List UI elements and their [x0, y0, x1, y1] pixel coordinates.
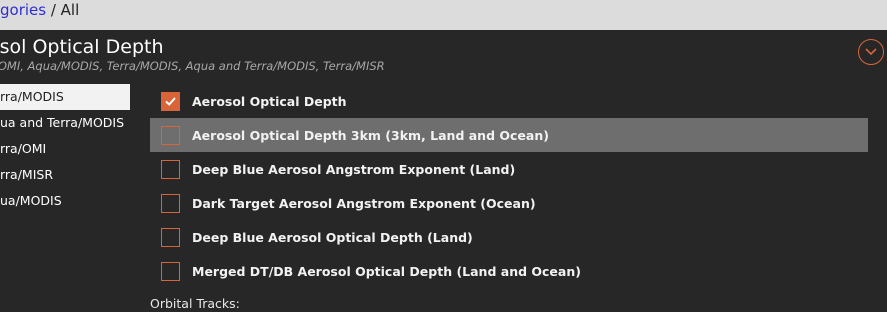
checkmark-icon	[165, 96, 176, 106]
layer-item[interactable]: Deep Blue Aerosol Optical Depth (Land)	[150, 220, 868, 254]
sidebar-item-aqua-modis[interactable]: ua/MODIS	[0, 188, 130, 214]
layer-item[interactable]: Merged DT/DB Aerosol Optical Depth (Land…	[150, 254, 868, 288]
measurement-header: osol Optical Depth /OMI, Aqua/MODIS, Ter…	[0, 30, 887, 76]
sidebar-item-label: rra/MISR	[0, 167, 54, 182]
sidebar-item-label: ua/MODIS	[0, 193, 62, 208]
layer-checkbox[interactable]	[161, 227, 180, 247]
breadcrumb: gories / All	[0, 0, 887, 30]
breadcrumb-current: All	[60, 1, 80, 19]
layer-list: Aerosol Optical Depth Aerosol Optical De…	[150, 84, 868, 288]
sidebar-item-label: rra/MODIS	[0, 89, 64, 104]
layer-checkbox[interactable]	[161, 159, 180, 179]
layer-checkbox[interactable]	[161, 125, 180, 145]
layer-label: Aerosol Optical Depth	[192, 93, 347, 109]
sidebar-item-aqua-terra-modis[interactable]: ua and Terra/MODIS	[0, 110, 130, 136]
chevron-down-icon	[865, 48, 877, 56]
layer-checkbox[interactable]	[161, 261, 180, 281]
layer-checkbox[interactable]	[161, 193, 180, 213]
layer-label: Deep Blue Aerosol Optical Depth (Land)	[192, 229, 473, 245]
sidebar-item-terra-modis[interactable]: rra/MODIS	[0, 84, 130, 110]
breadcrumb-categories-link[interactable]: gories	[0, 1, 46, 19]
layer-item[interactable]: Dark Target Aerosol Angstrom Exponent (O…	[150, 186, 868, 220]
layer-item[interactable]: Deep Blue Aerosol Angstrom Exponent (Lan…	[150, 152, 868, 186]
page-title: osol Optical Depth	[0, 36, 164, 58]
layer-label: Merged DT/DB Aerosol Optical Depth (Land…	[192, 263, 581, 279]
sidebar-item-label: ua and Terra/MODIS	[0, 115, 125, 130]
layer-item[interactable]: Aerosol Optical Depth	[150, 84, 868, 118]
breadcrumb-separator: /	[46, 1, 61, 19]
layer-item[interactable]: Aerosol Optical Depth 3km (3km, Land and…	[150, 118, 868, 152]
layer-checkbox[interactable]	[161, 91, 180, 111]
layer-label: Deep Blue Aerosol Angstrom Exponent (Lan…	[192, 161, 516, 177]
source-sidebar: rra/MODIS ua and Terra/MODIS rra/OMI rra…	[0, 84, 130, 214]
layer-label: Dark Target Aerosol Angstrom Exponent (O…	[192, 195, 536, 211]
layer-label: Aerosol Optical Depth 3km (3km, Land and…	[192, 127, 549, 143]
sidebar-item-label: rra/OMI	[0, 141, 47, 156]
sidebar-item-terra-misr[interactable]: rra/MISR	[0, 162, 130, 188]
sidebar-item-terra-omi[interactable]: rra/OMI	[0, 136, 130, 162]
source-list-subtitle: /OMI, Aqua/MODIS, Terra/MODIS, Aqua and …	[0, 59, 385, 73]
collapse-button[interactable]	[858, 39, 884, 65]
orbital-tracks-label: Orbital Tracks:	[150, 296, 240, 311]
